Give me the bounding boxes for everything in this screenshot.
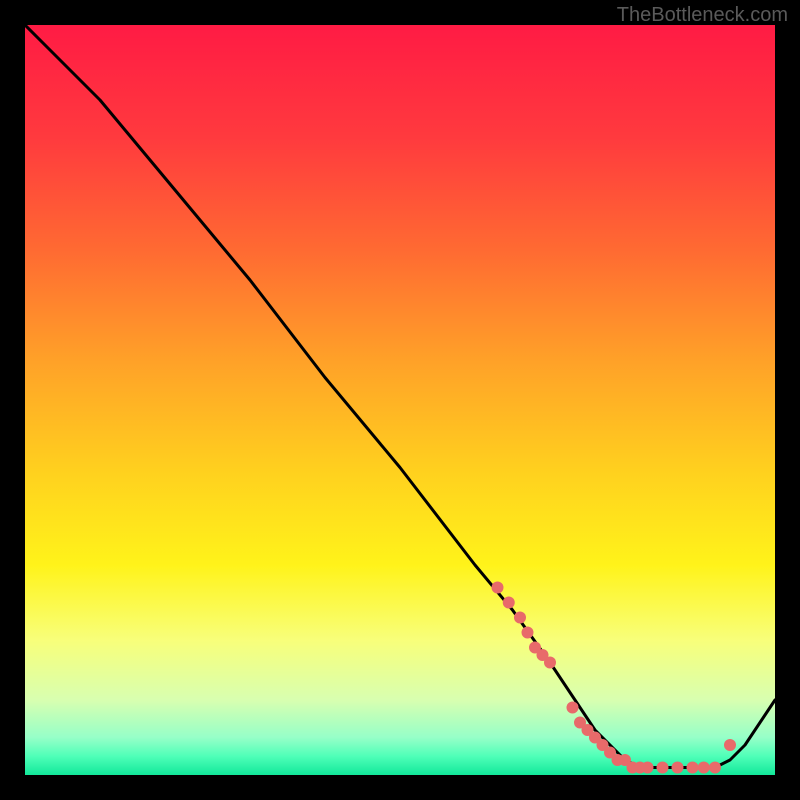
chart-svg bbox=[25, 25, 775, 775]
point-highlight-points bbox=[642, 762, 654, 774]
watermark-text: TheBottleneck.com bbox=[617, 4, 788, 27]
point-highlight-points bbox=[672, 762, 684, 774]
chart-container: TheBottleneck.com bbox=[0, 0, 800, 800]
point-highlight-points bbox=[544, 657, 556, 669]
point-highlight-points bbox=[724, 739, 736, 751]
point-highlight-points bbox=[514, 612, 526, 624]
point-highlight-points bbox=[657, 762, 669, 774]
point-highlight-points bbox=[687, 762, 699, 774]
point-highlight-points bbox=[492, 582, 504, 594]
point-highlight-points bbox=[522, 627, 534, 639]
gradient-background bbox=[25, 25, 775, 775]
point-highlight-points bbox=[503, 597, 515, 609]
plot-area bbox=[25, 25, 775, 775]
point-highlight-points bbox=[567, 702, 579, 714]
point-highlight-points bbox=[709, 762, 721, 774]
point-highlight-points bbox=[698, 762, 710, 774]
